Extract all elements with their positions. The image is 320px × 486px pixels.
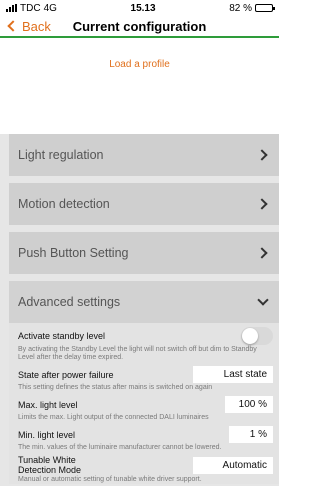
nav-bar: Back Current configuration (0, 16, 279, 38)
max-light-setting: Max. light level 100 % Limits the max. L… (18, 396, 273, 422)
settings-sections: Light regulation Motion detection Push B… (9, 134, 279, 484)
section-advanced-settings[interactable]: Advanced settings (9, 281, 279, 323)
max-light-label: Max. light level (18, 399, 78, 410)
section-light-regulation[interactable]: Light regulation (9, 134, 279, 176)
status-bar: TDC 4G 15.13 82 % (0, 0, 279, 16)
status-left: TDC 4G (6, 3, 57, 14)
battery-icon (254, 4, 275, 12)
setting-row: State after power failure Last state (18, 366, 273, 383)
setting-row: Max. light level 100 % (18, 396, 273, 413)
back-button[interactable]: Back (0, 19, 51, 34)
back-label: Back (22, 18, 51, 34)
section-label: Advanced settings (18, 295, 121, 309)
tunable-white-setting: Tunable White Detection Mode Automatic M… (18, 455, 273, 484)
standby-label: Activate standby level (18, 331, 106, 341)
section-label: Motion detection (18, 197, 110, 211)
toggle-knob (242, 328, 258, 344)
min-light-setting: Min. light level 1 % The min. values of … (18, 426, 273, 452)
power-failure-label: State after power failure (18, 369, 114, 380)
power-failure-description: This setting defines the status after ma… (18, 384, 213, 391)
chevron-right-icon (256, 149, 268, 161)
max-light-description: Limits the max. Light output of the conn… (18, 414, 209, 421)
load-profile-button[interactable]: Load a profile (109, 59, 170, 70)
network-label: 4G (43, 2, 57, 14)
standby-toggle[interactable] (241, 327, 273, 345)
load-profile-area: Load a profile (0, 38, 279, 134)
min-light-label: Min. light level (18, 429, 76, 440)
power-failure-setting: State after power failure Last state Thi… (18, 366, 273, 392)
min-light-value[interactable]: 1 % (229, 426, 273, 443)
standby-setting: Activate standby level By activating the… (18, 327, 273, 362)
chevron-down-icon (257, 294, 269, 306)
min-light-description: The min. values of the luminaire manufac… (18, 444, 222, 451)
section-push-button-setting[interactable]: Push Button Setting (9, 232, 279, 274)
max-light-value[interactable]: 100 % (225, 396, 273, 413)
setting-row: Min. light level 1 % (18, 426, 273, 443)
chevron-right-icon (256, 198, 268, 210)
standby-description: By activating the Standby Level the ligh… (18, 346, 257, 361)
tunable-white-description: Manual or automatic setting of tunable w… (18, 476, 202, 483)
setting-row: Activate standby level (18, 327, 273, 345)
chevron-left-icon (7, 20, 19, 32)
status-time: 15.13 (130, 2, 156, 14)
section-label: Push Button Setting (18, 246, 129, 260)
status-right: 82 % (229, 2, 275, 14)
tunable-white-label-line2: Detection Mode (18, 465, 82, 475)
setting-row: Tunable White Detection Mode Automatic (18, 455, 273, 475)
chevron-right-icon (256, 247, 268, 259)
advanced-settings-panel: Activate standby level By activating the… (9, 323, 279, 484)
tunable-white-label-line1: Tunable White (18, 455, 76, 465)
power-failure-value[interactable]: Last state (193, 366, 273, 383)
carrier-label: TDC (20, 2, 41, 14)
section-motion-detection[interactable]: Motion detection (9, 183, 279, 225)
section-label: Light regulation (18, 148, 104, 162)
tunable-white-value[interactable]: Automatic (193, 456, 273, 474)
battery-percent: 82 % (229, 2, 252, 14)
signal-icon (6, 4, 17, 12)
tunable-white-label: Tunable White Detection Mode (18, 455, 81, 475)
